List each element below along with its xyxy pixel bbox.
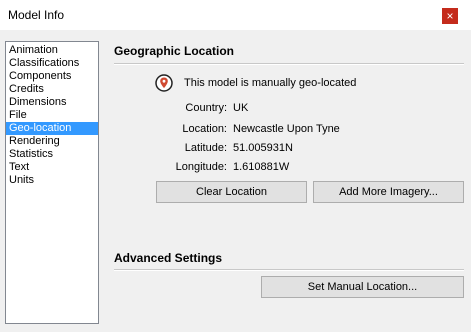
sidebar-item-credits[interactable]: Credits (6, 83, 98, 96)
close-icon: × (446, 9, 454, 23)
geo-location-panel: Geographic Location This model is manual… (107, 30, 471, 332)
sidebar-item-dimensions[interactable]: Dimensions (6, 96, 98, 109)
sidebar-item-file[interactable]: File (6, 109, 98, 122)
geo-status: This model is manually geo-located (155, 74, 356, 92)
latitude-value: 51.005931N (233, 142, 293, 154)
sidebar-item-units[interactable]: Units (6, 174, 98, 187)
sidebar-item-text[interactable]: Text (6, 161, 98, 174)
sidebar-item-rendering[interactable]: Rendering (6, 135, 98, 148)
section-divider (114, 63, 464, 65)
sidebar-item-components[interactable]: Components (6, 70, 98, 83)
location-value: Newcastle Upon Tyne (233, 123, 340, 135)
geographic-location-heading: Geographic Location (114, 44, 235, 58)
geo-status-text: This model is manually geo-located (184, 77, 357, 89)
add-more-imagery-button[interactable]: Add More Imagery... (313, 181, 464, 203)
country-label: Country: (185, 102, 227, 114)
longitude-label: Longitude: (175, 161, 227, 173)
sidebar-item-animation[interactable]: Animation (6, 44, 98, 57)
latitude-label: Latitude: (184, 142, 227, 154)
sidebar-item-statistics[interactable]: Statistics (6, 148, 98, 161)
country-value: UK (233, 102, 249, 114)
advanced-settings-heading: Advanced Settings (114, 251, 223, 265)
map-pin-icon (155, 74, 173, 92)
sidebar-item-classifications[interactable]: Classifications (6, 57, 98, 70)
sidebar-item-geo-location[interactable]: Geo-location (6, 122, 98, 135)
longitude-value: 1.610881W (233, 161, 290, 173)
section-divider (114, 269, 464, 271)
set-manual-location-button[interactable]: Set Manual Location... (261, 276, 464, 298)
close-button[interactable]: × (442, 8, 458, 24)
location-label: Location: (182, 123, 227, 135)
window-title: Model Info (8, 8, 65, 22)
title-bar: Model Info × (0, 0, 471, 30)
category-list[interactable]: Animation Classifications Components Cre… (5, 41, 99, 324)
clear-location-button[interactable]: Clear Location (156, 181, 307, 203)
